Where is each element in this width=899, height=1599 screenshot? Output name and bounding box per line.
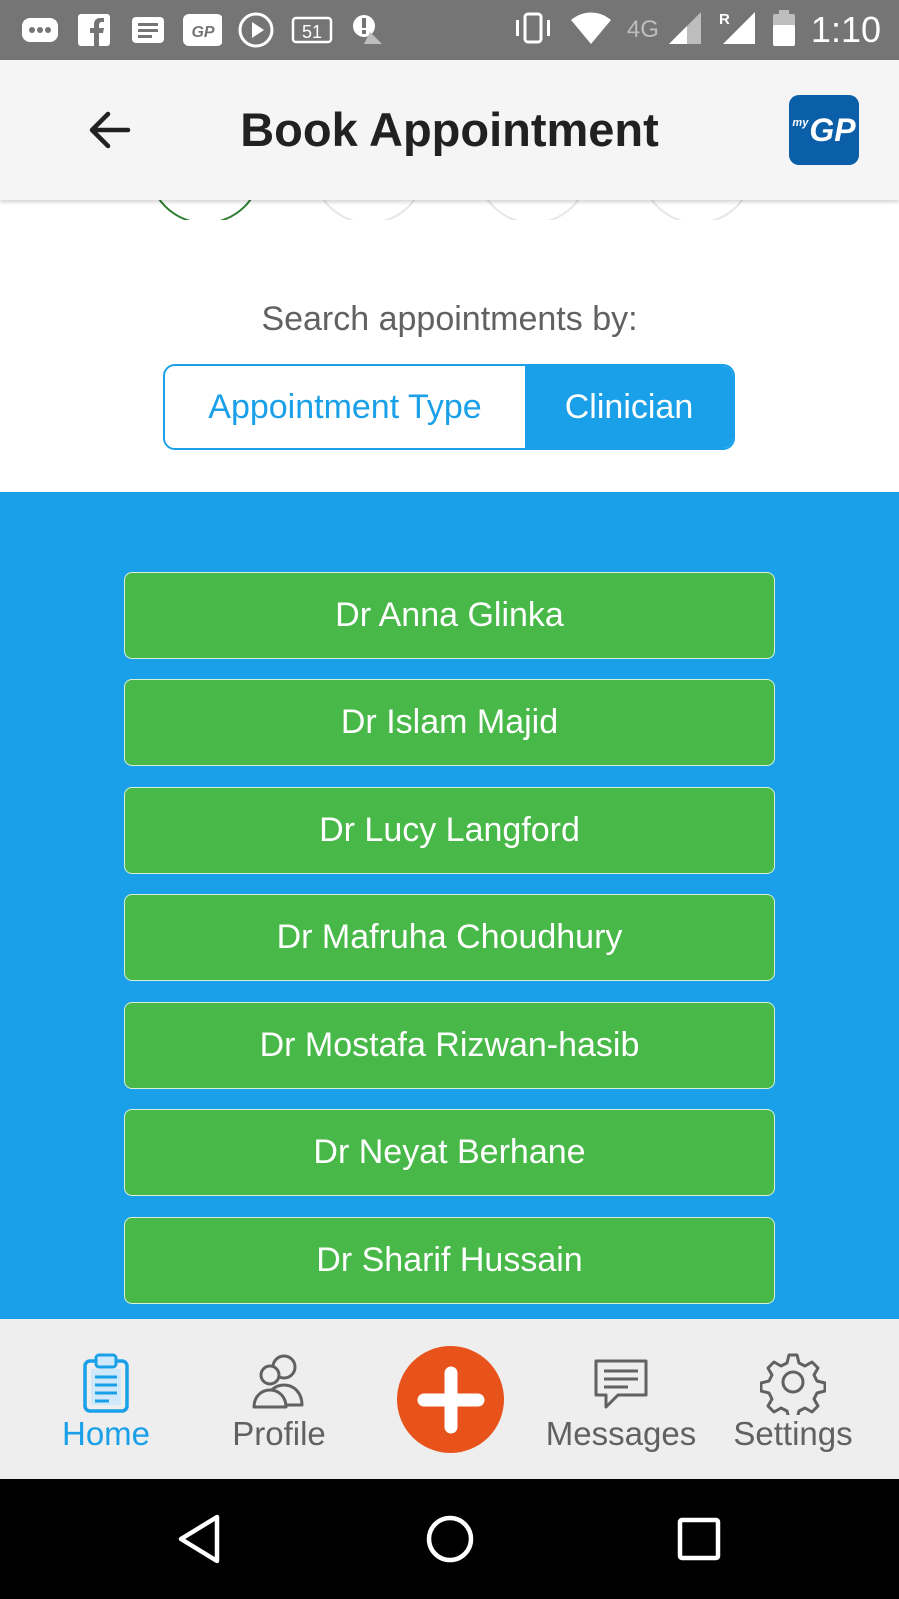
signal-icon bbox=[667, 10, 703, 51]
back-button[interactable] bbox=[80, 100, 140, 160]
nav-profile-label: Profile bbox=[232, 1415, 326, 1452]
brand-gp: GP bbox=[809, 111, 856, 148]
alert-icon bbox=[348, 12, 388, 48]
page-title: Book Appointment bbox=[240, 103, 659, 156]
status-bar: GP 51 4G R 1:10 bbox=[0, 0, 899, 60]
search-by-label: Search appointments by: bbox=[261, 300, 638, 338]
triangle-back-icon bbox=[178, 1514, 220, 1564]
roaming-signal-icon: R bbox=[717, 10, 757, 51]
add-button[interactable] bbox=[397, 1346, 504, 1453]
clinician-button[interactable]: Dr Anna Glinka bbox=[124, 572, 775, 659]
gear-icon bbox=[760, 1353, 826, 1415]
clinician-button[interactable]: Dr Mafruha Choudhury bbox=[124, 894, 775, 981]
system-status: 4G R 1:10 bbox=[511, 8, 881, 52]
clipboard-icon bbox=[83, 1353, 129, 1413]
facebook-icon bbox=[74, 12, 114, 48]
appointment-type-tab[interactable]: Appointment Type bbox=[165, 366, 525, 448]
clock: 1:10 bbox=[810, 9, 881, 50]
calendar-icon: 51 bbox=[290, 12, 334, 48]
bottom-navigation: Home Profile Messages Settings bbox=[0, 1319, 899, 1479]
users-icon bbox=[252, 1354, 304, 1409]
news-icon bbox=[128, 12, 168, 48]
roaming-indicator: R bbox=[719, 11, 730, 28]
mygp-icon: GP bbox=[182, 12, 222, 48]
plus-icon bbox=[417, 1366, 484, 1433]
nav-settings[interactable]: Settings bbox=[708, 1319, 878, 1479]
svg-text:GP: GP bbox=[191, 24, 214, 41]
notification-icons: GP 51 bbox=[20, 10, 388, 50]
clinician-button[interactable]: Dr Sharif Hussain bbox=[124, 1217, 775, 1304]
message-icon bbox=[594, 1359, 648, 1409]
clinician-button[interactable]: Dr Islam Majid bbox=[124, 679, 775, 766]
network-type: 4G bbox=[626, 16, 659, 43]
system-navigation-bar bbox=[0, 1479, 899, 1599]
clinician-button[interactable]: Dr Neyat Berhane bbox=[124, 1109, 775, 1196]
mygp-logo[interactable]: my GP bbox=[789, 95, 859, 165]
brand-my: my bbox=[792, 117, 809, 129]
nav-home[interactable]: Home bbox=[21, 1319, 191, 1479]
clinician-button[interactable]: Dr Lucy Langford bbox=[124, 787, 775, 874]
clinician-tab[interactable]: Clinician bbox=[525, 366, 733, 448]
clinician-button[interactable]: Dr Mostafa Rizwan-hasib bbox=[124, 1002, 775, 1089]
system-back-button[interactable] bbox=[170, 1509, 230, 1569]
app-header: Book Appointment my GP bbox=[0, 60, 899, 200]
battery-icon bbox=[771, 9, 797, 52]
vibrate-icon bbox=[511, 10, 555, 51]
nav-messages-label: Messages bbox=[545, 1415, 697, 1452]
nav-home-label: Home bbox=[61, 1415, 151, 1452]
arrow-left-icon bbox=[89, 111, 131, 149]
more-icon bbox=[20, 12, 60, 48]
circle-home-icon bbox=[426, 1515, 474, 1563]
play-icon bbox=[236, 12, 276, 48]
nav-profile[interactable]: Profile bbox=[194, 1319, 364, 1479]
calendar-text: 51 bbox=[302, 22, 322, 42]
search-mode-toggle: Appointment Type Clinician bbox=[163, 364, 735, 450]
clinician-list[interactable]: Dr Anna Glinka Dr Islam Majid Dr Lucy La… bbox=[0, 492, 899, 1319]
system-home-button[interactable] bbox=[420, 1509, 480, 1569]
nav-settings-label: Settings bbox=[733, 1415, 853, 1452]
wifi-icon bbox=[569, 10, 613, 51]
square-recents-icon bbox=[677, 1517, 721, 1561]
nav-messages[interactable]: Messages bbox=[536, 1319, 706, 1479]
system-recents-button[interactable] bbox=[669, 1509, 729, 1569]
